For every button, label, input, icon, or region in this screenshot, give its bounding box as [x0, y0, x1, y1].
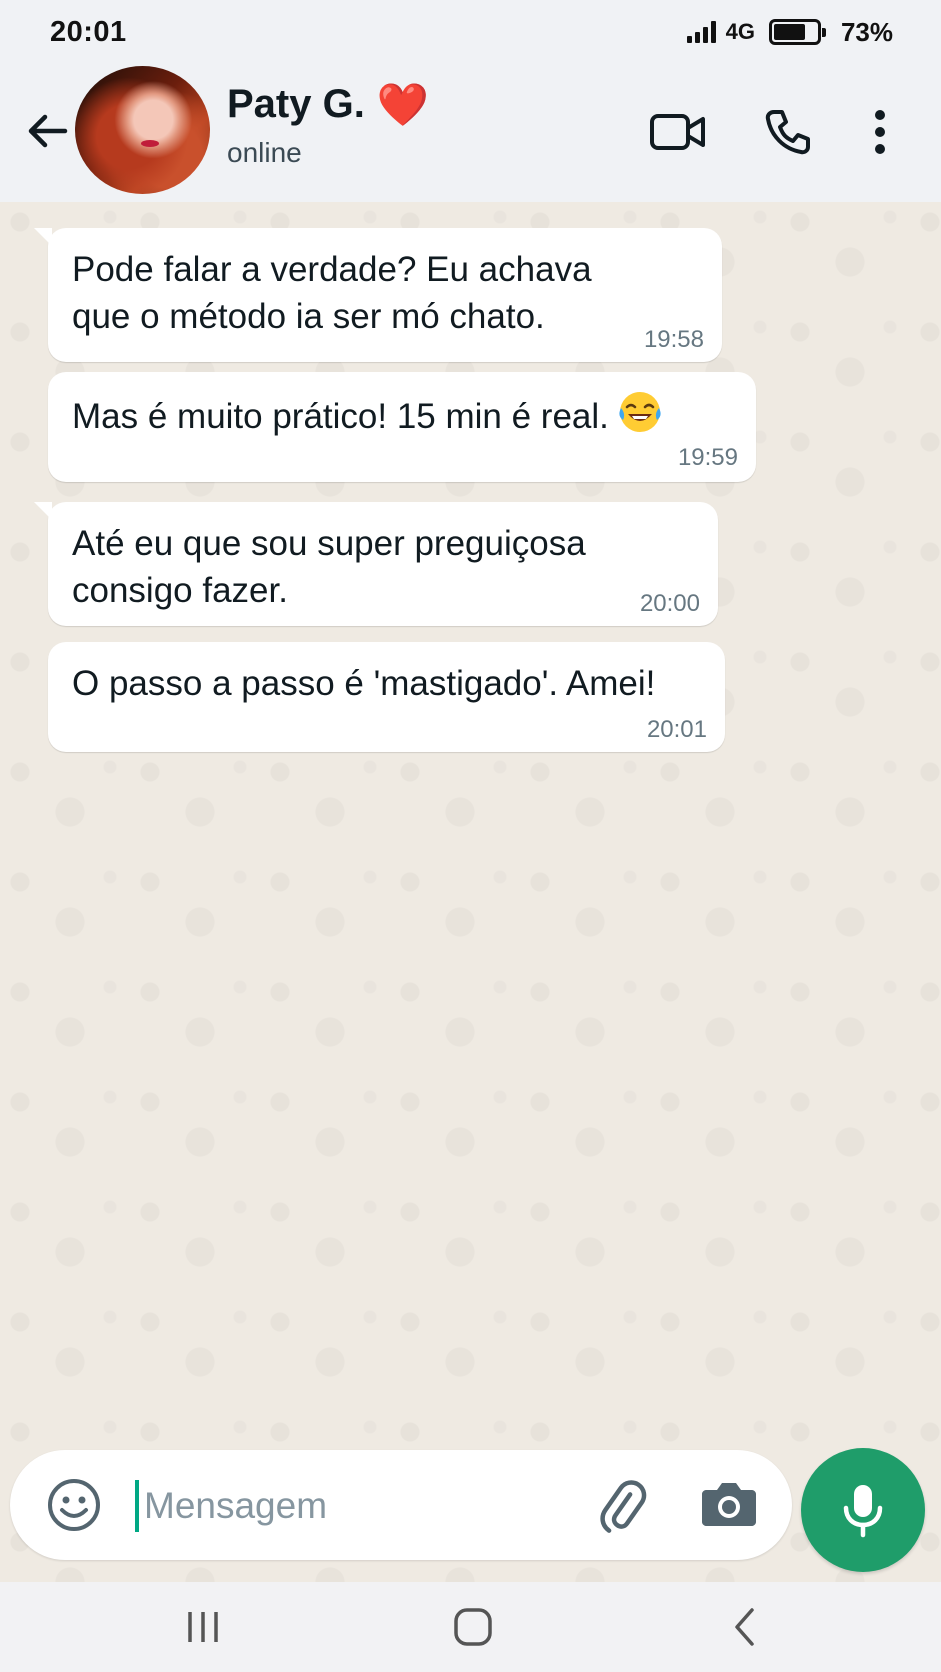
back-arrow-icon — [28, 114, 68, 148]
message-text-content: Mas é muito prático! 15 min é real. — [72, 397, 609, 436]
message-text: que o método ia ser mó chato. — [72, 297, 545, 336]
attach-button[interactable] — [592, 1476, 652, 1536]
network-type: 4G — [725, 19, 755, 44]
message-time: 19:58 — [643, 326, 704, 353]
voice-call-button[interactable] — [758, 104, 818, 160]
message-bubble[interactable]: O passo a passo é 'mastigado'. Amei! 20:… — [48, 642, 725, 752]
status-time: 20:01 — [50, 15, 127, 48]
message-time: 19:59 — [677, 444, 738, 471]
message-composer — [10, 1450, 792, 1560]
contact-status: online — [227, 137, 302, 168]
home-button[interactable] — [443, 1602, 503, 1652]
heart-icon: ❤️ — [376, 80, 430, 128]
voice-record-button[interactable] — [801, 1448, 925, 1572]
emoji-icon — [48, 1479, 100, 1531]
text-caret — [135, 1480, 139, 1532]
laughing-emoji-icon — [619, 392, 661, 432]
message-bubble[interactable]: Até eu que sou super preguiçosa consigo … — [34, 502, 718, 626]
contact-name[interactable]: Paty G. ❤️ — [227, 82, 429, 127]
message-text: Pode falar a verdade? Eu achava — [72, 250, 592, 289]
chat-header: Paty G. ❤️ online — [0, 64, 941, 202]
nav-back-button[interactable] — [715, 1602, 775, 1652]
nav-back-icon — [735, 1608, 754, 1646]
microphone-icon — [843, 1485, 883, 1538]
status-bar: 20:01 4G 73% — [0, 0, 941, 64]
recent-apps-button[interactable] — [173, 1602, 233, 1652]
recent-apps-icon — [188, 1612, 218, 1642]
home-icon — [454, 1608, 492, 1646]
message-time: 20:00 — [639, 590, 700, 617]
more-options-icon — [875, 110, 885, 154]
status-indicators: 4G 73% — [686, 16, 893, 48]
system-navigation-bar — [0, 1582, 941, 1672]
message-time: 20:01 — [646, 716, 707, 743]
emoji-button[interactable] — [46, 1477, 102, 1533]
camera-icon — [702, 1483, 756, 1526]
camera-button[interactable] — [700, 1478, 760, 1534]
chat-area[interactable]: Pode falar a verdade? Eu achava que o mé… — [0, 202, 941, 1582]
message-bubble[interactable]: Pode falar a verdade? Eu achava que o mé… — [34, 228, 722, 362]
video-call-icon — [650, 114, 705, 150]
contact-name-text: Paty G. — [227, 82, 365, 126]
signal-icon — [686, 21, 716, 43]
message-text: Mas é muito prático! 15 min é real. — [72, 390, 734, 440]
battery-percent: 73% — [840, 16, 893, 47]
message-text: consigo fazer. — [72, 571, 288, 610]
video-call-button[interactable] — [648, 104, 708, 160]
message-input[interactable] — [144, 1478, 544, 1534]
phone-icon — [765, 110, 810, 155]
message-text: O passo a passo é 'mastigado'. Amei! — [72, 664, 656, 703]
message-text: Até eu que sou super preguiçosa — [72, 524, 586, 563]
attach-icon — [600, 1480, 647, 1533]
message-bubble[interactable]: Mas é muito prático! 15 min é real. 19:5… — [48, 372, 756, 482]
more-options-button[interactable] — [860, 104, 900, 160]
avatar[interactable] — [75, 66, 210, 194]
back-button[interactable] — [22, 106, 72, 156]
battery-icon — [768, 19, 826, 45]
